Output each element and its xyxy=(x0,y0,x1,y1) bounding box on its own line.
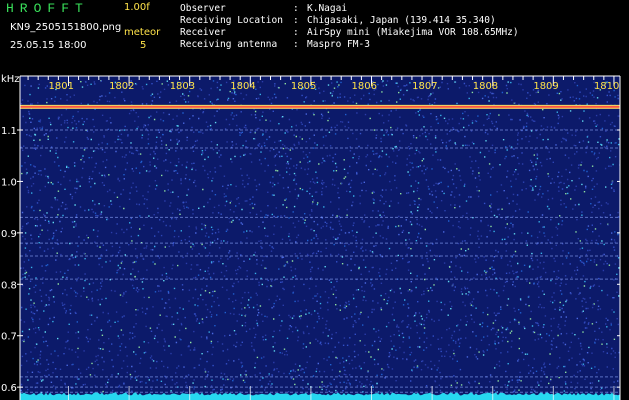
x-tick-label: 1804 xyxy=(230,81,255,92)
y-tick-label: 0.8 xyxy=(1,280,17,291)
x-tick-label: 1807 xyxy=(412,81,437,92)
y-axis-unit: kHz xyxy=(1,74,20,85)
y-tick-label: 0.6 xyxy=(1,383,17,394)
spectrogram-chart: 1801 1802 1803 1804 1805 1806 1807 1808 1809 1810… xyxy=(1,75,621,400)
y-tick-label: 0.9 xyxy=(1,229,17,240)
x-tick-label: 1802 xyxy=(109,81,134,92)
y-tick-label: 0.7 xyxy=(1,332,17,343)
y-tick-label: 1.1 xyxy=(1,126,17,137)
y-tick-label: 1.0 xyxy=(1,177,17,188)
x-tick-label: 1810 xyxy=(594,81,619,92)
x-tick-label: 1803 xyxy=(170,81,195,92)
x-tick-label: 1809 xyxy=(533,81,558,92)
x-tick-label: 1801 xyxy=(48,81,73,92)
x-tick-label: 1805 xyxy=(291,81,316,92)
x-tick-label: 1808 xyxy=(473,81,498,92)
x-tick-label: 1806 xyxy=(352,81,377,92)
